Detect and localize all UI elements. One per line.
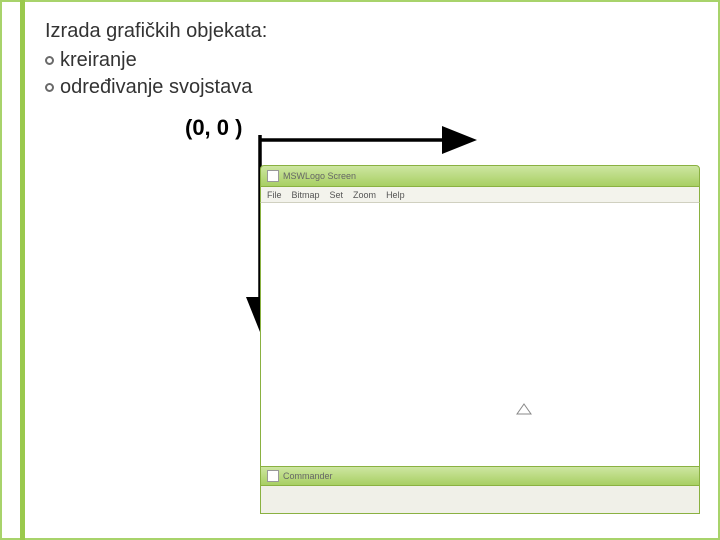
menu-item[interactable]: File [267,190,282,200]
commander-titlebar: Commander [260,466,700,486]
heading-text: Izrada grafičkih objekata: [45,20,700,43]
menu-item[interactable]: Help [386,190,405,200]
window-title: MSWLogo Screen [283,171,356,181]
mswlogo-screenshot: MSWLogo Screen File Bitmap Set Zoom Help… [260,165,700,515]
menu-item[interactable]: Set [330,190,344,200]
window-titlebar: MSWLogo Screen [260,165,700,187]
menu-item[interactable]: Zoom [353,190,376,200]
menu-bar: File Bitmap Set Zoom Help [260,187,700,203]
bullet-icon [45,56,54,65]
menu-item[interactable]: Bitmap [292,190,320,200]
bullet-label: kreiranje [60,49,137,72]
app-icon [267,470,279,482]
bullet-icon [45,83,54,92]
commander-body [260,486,700,514]
left-accent-bar [20,0,25,540]
canvas-area [260,203,700,466]
bullet-item: kreiranje [45,49,700,72]
commander-title: Commander [283,471,333,481]
app-icon [267,170,279,182]
origin-label: (0, 0 ) [185,115,242,141]
bullet-label: određivanje svojstava [60,76,252,99]
turtle-icon [516,403,532,415]
bullet-item: određivanje svojstava [45,76,700,99]
